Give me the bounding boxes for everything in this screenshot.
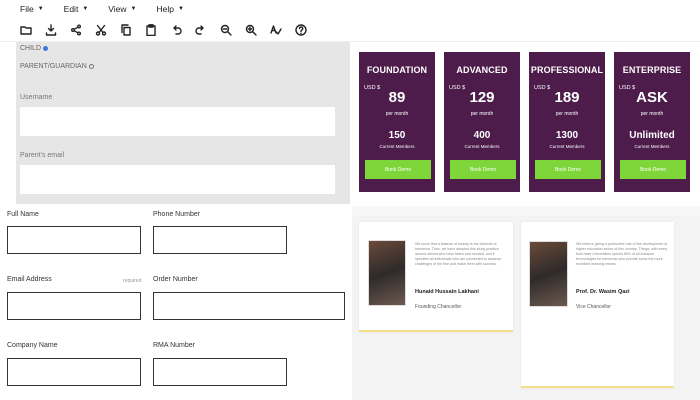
radio-child[interactable]: CHILD [20, 45, 49, 52]
parent-email-label: Parent's email [20, 152, 65, 159]
radio-unchecked-icon [88, 64, 94, 69]
undo-icon[interactable] [168, 22, 184, 38]
plan-card-enterprise: ENTERPRISE USD $ ASK per month Unlimited… [614, 52, 690, 192]
zoom-out-icon[interactable] [218, 22, 234, 38]
book-demo-button[interactable]: Book Demo [535, 160, 601, 179]
parent-email-input[interactable] [20, 165, 335, 194]
full-name-label: Full Name [7, 211, 39, 218]
email-address-label: Email Address [7, 276, 52, 283]
menu-file[interactable]: File ▼ [20, 4, 44, 14]
plan-name: FOUNDATION [366, 65, 428, 75]
book-demo-button[interactable]: Book Demo [450, 160, 516, 179]
testimonial-card: We know that a balance of beauty is the … [359, 222, 513, 332]
plan-members: Unlimited [629, 130, 675, 141]
plan-price: 89 [388, 89, 406, 106]
order-number-label: Order Number [153, 276, 198, 283]
help-icon[interactable] [293, 22, 309, 38]
plan-period: per month [385, 111, 409, 117]
testimonial-text: We know that a balance of beauty is the … [415, 242, 502, 266]
plan-members-label: Current Members [464, 144, 500, 149]
menu-help[interactable]: Help ▼ [157, 4, 184, 14]
plan-card-professional: PROFESSIONAL USD $ 189 per month 1300 Cu… [529, 52, 605, 192]
download-icon[interactable] [43, 22, 59, 38]
menu-bar: File ▼ Edit ▼ View ▼ Help ▼ [0, 0, 700, 18]
plan-name: ADVANCED [456, 65, 508, 75]
caret-down-icon: ▼ [130, 6, 137, 12]
menu-edit[interactable]: Edit ▼ [64, 4, 89, 14]
username-label: Username [20, 94, 53, 101]
plan-card-foundation: FOUNDATION USD $ 89 per month 150 Curren… [359, 52, 435, 192]
signup-box: CHILD PARENT/GUARDIAN Username Parent's … [16, 42, 350, 204]
plan-name: ENTERPRISE [622, 65, 682, 75]
folder-icon[interactable] [18, 22, 34, 38]
caret-down-icon: ▼ [82, 6, 89, 12]
testimonial-text: We believe giving a productive role of t… [576, 242, 668, 266]
caret-down-icon: ▼ [177, 6, 184, 12]
plan-period: per month [470, 111, 494, 117]
plan-card-advanced: ADVANCED USD $ 129 per month 400 Current… [444, 52, 520, 192]
order-number-input[interactable] [153, 292, 345, 320]
testimonial-role: Vice Chancellor [576, 304, 611, 310]
plan-members-label: Current Members [549, 144, 585, 149]
plan-price: ASK [636, 89, 668, 106]
section-divider [352, 206, 700, 216]
caret-down-icon: ▼ [37, 6, 44, 12]
testimonial-name: Prof. Dr. Wasim Qazi [576, 289, 630, 295]
testimonial-role: Founding Chancellor [415, 304, 462, 310]
full-name-input[interactable] [7, 226, 141, 254]
plan-price: 129 [469, 89, 495, 106]
plan-members: 1300 [555, 130, 579, 141]
plan-members-label: Current Members [634, 144, 670, 149]
plan-members: 150 [388, 130, 406, 141]
phone-number-label: Phone Number [153, 211, 201, 218]
rma-number-label: RMA Number [153, 342, 196, 349]
phone-number-input[interactable] [153, 226, 287, 254]
email-address-input[interactable] [7, 292, 141, 320]
copy-icon[interactable] [118, 22, 134, 38]
plan-name: PROFESSIONAL [530, 65, 604, 75]
cut-icon[interactable] [93, 22, 109, 38]
plan-members-label: Current Members [379, 144, 415, 149]
rma-number-input[interactable] [153, 358, 287, 386]
testimonial-name: Hunaid Hussain Lakhani [415, 289, 479, 295]
plan-members: 400 [473, 130, 491, 141]
plan-period: per month [640, 111, 664, 117]
redo-icon[interactable] [193, 22, 209, 38]
company-name-input[interactable] [7, 358, 141, 386]
toolbar [0, 18, 700, 42]
person-photo [368, 240, 406, 306]
paste-icon[interactable] [143, 22, 159, 38]
radio-checked-icon [43, 46, 49, 51]
company-name-label: Company Name [7, 342, 58, 349]
required-hint: required [123, 278, 142, 284]
menu-view[interactable]: View ▼ [108, 4, 136, 14]
book-demo-button[interactable]: Book Demo [365, 160, 431, 179]
plan-period: per month [555, 111, 579, 117]
book-demo-button[interactable]: Book Demo [620, 160, 686, 179]
person-photo [529, 241, 568, 307]
zoom-in-icon[interactable] [243, 22, 259, 38]
testimonial-card: We believe giving a productive role of t… [521, 222, 674, 388]
radio-parent[interactable]: PARENT/GUARDIAN [20, 63, 94, 70]
plan-price: 189 [554, 89, 580, 106]
share-icon[interactable] [68, 22, 84, 38]
username-input[interactable] [20, 107, 335, 136]
spellcheck-icon[interactable] [268, 22, 284, 38]
